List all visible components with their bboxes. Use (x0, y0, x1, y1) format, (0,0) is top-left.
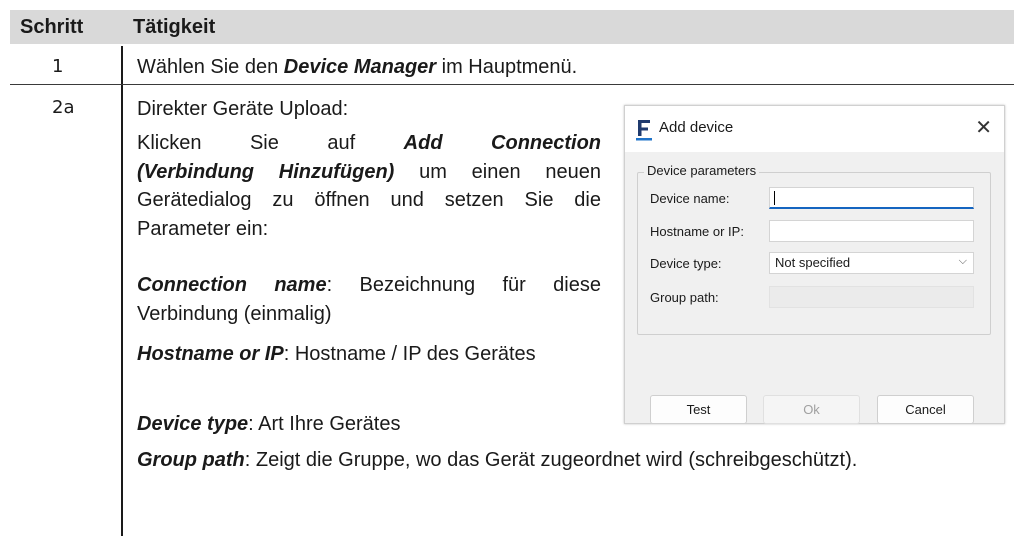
group-label: Device parameters (644, 163, 760, 178)
chevron-down-icon: ⌵ (958, 255, 967, 267)
group-path-label: Group path: (650, 290, 719, 305)
group-path-input (769, 286, 974, 308)
step-1-text: Wählen Sie den Device Manager im Hauptme… (137, 56, 578, 78)
hostname-label: Hostname or IP: (650, 224, 744, 239)
step-2a-paragraph-1: Klicken Sie auf Add Connection (Verbindu… (137, 132, 602, 240)
dialog-body: Device parameters Device name: Hostname … (625, 152, 1004, 424)
device-type-label: Device type: (650, 256, 722, 271)
step-2a-intro: Direkter Geräte Upload: (137, 98, 349, 120)
hostname-input[interactable] (769, 220, 974, 242)
test-button[interactable]: Test (650, 395, 747, 424)
table-header-row: Schritt Tätigkeit (10, 10, 1014, 44)
column-divider (121, 46, 123, 536)
step-number-1: 1 (52, 56, 64, 77)
device-name-input[interactable] (769, 187, 974, 209)
close-icon[interactable]: ✕ (975, 115, 992, 140)
dialog-title-bar: Add device ✕ (625, 106, 1004, 152)
dialog-title: Add device (659, 119, 734, 136)
header-schritt: Schritt (20, 16, 84, 38)
ok-button[interactable]: Ok (763, 395, 860, 424)
step-2a-paragraph-5: Group path: Zeigt die Gruppe, wo das Ger… (137, 449, 858, 471)
cancel-button[interactable]: Cancel (877, 395, 974, 424)
step-2a-paragraph-2: Connection name: Bezeichnung für diese V… (137, 274, 601, 325)
device-type-select[interactable]: Not specified ⌵ (769, 252, 974, 274)
row-divider (10, 84, 1014, 85)
step-number-2a: 2a (52, 97, 75, 118)
app-logo-icon (635, 118, 653, 142)
add-device-dialog: Add device ✕ Device parameters Device na… (624, 105, 1005, 424)
document-page: Schritt Tätigkeit 1 Wählen Sie den Devic… (0, 0, 1014, 536)
device-parameters-group: Device parameters Device name: Hostname … (637, 163, 991, 335)
header-taetigkeit: Tätigkeit (133, 16, 216, 38)
step-2a-paragraph-3: Hostname or IP: Hostname / IP des Geräte… (137, 343, 536, 365)
device-name-label: Device name: (650, 191, 730, 206)
step-2a-paragraph-4: Device type: Art Ihre Gerätes (137, 413, 401, 435)
text-caret (774, 191, 775, 205)
